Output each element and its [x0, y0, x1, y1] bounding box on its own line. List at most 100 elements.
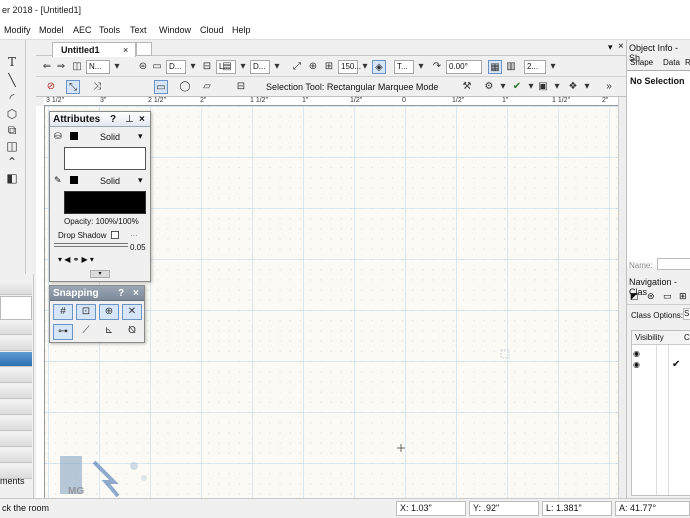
angle-field[interactable]: A: 41.77°: [615, 501, 690, 516]
length-field[interactable]: L: 1.381": [542, 501, 612, 516]
layout-icon[interactable]: ▥: [504, 60, 518, 74]
menu-tools[interactable]: Tools: [99, 25, 120, 35]
more-icon[interactable]: …: [130, 229, 138, 238]
menu-modify[interactable]: Modify: [4, 25, 31, 35]
views-icon[interactable]: ▭: [663, 291, 672, 302]
polygon-marquee-icon[interactable]: ▱: [200, 80, 214, 94]
transform-icon[interactable]: ⊟: [234, 80, 248, 94]
smart-points-icon[interactable]: ⊶: [53, 324, 73, 340]
menu-cloud[interactable]: Cloud: [200, 25, 224, 35]
new-tab-button[interactable]: [136, 42, 152, 56]
close-icon[interactable]: ×: [618, 41, 624, 52]
palette-row[interactable]: [0, 320, 32, 335]
arc-tool-icon[interactable]: ◜: [4, 90, 20, 106]
roof-tool-icon[interactable]: ⌃: [4, 154, 20, 170]
standard-view-icon[interactable]: ◫: [70, 60, 84, 74]
palette-row[interactable]: [0, 368, 32, 383]
eye-icon[interactable]: ◉: [633, 360, 640, 369]
zoom-field[interactable]: 150...: [338, 60, 361, 74]
snap-check-icon[interactable]: ✔: [510, 80, 524, 94]
name-field[interactable]: [657, 258, 690, 270]
snap-to-intersection-icon[interactable]: ✕: [122, 304, 142, 320]
layers-icon[interactable]: ⊜: [647, 291, 655, 302]
text-style-dropdown[interactable]: T...: [394, 60, 414, 74]
multi-select-icon[interactable]: ⤨: [90, 80, 104, 94]
palette-row[interactable]: [0, 280, 32, 295]
plant-icon[interactable]: ❖: [566, 80, 580, 94]
rectangle-tool-icon[interactable]: ◫: [4, 138, 20, 154]
eye-icon[interactable]: ◉: [633, 349, 640, 358]
disable-selection-icon[interactable]: ⊘: [44, 80, 58, 94]
render-mode-icon[interactable]: ◈: [372, 60, 386, 74]
dropdown-arrow-icon[interactable]: ▾: [138, 175, 143, 186]
pen-style[interactable]: Solid: [100, 176, 120, 186]
forward-arrow-icon[interactable]: ⇒: [54, 60, 68, 74]
layer-options-icon[interactable]: ⊟: [200, 60, 214, 74]
dropdown-arrow-icon[interactable]: ▾: [550, 80, 564, 94]
snapping-header[interactable]: Snapping ? ×: [50, 286, 144, 301]
more-icon[interactable]: »: [602, 80, 616, 94]
collapse-icon[interactable]: ▾: [90, 270, 110, 278]
object-list-icon[interactable]: ▣: [536, 80, 550, 94]
line-thickness-value[interactable]: 0.05: [130, 243, 146, 252]
zoom-in-icon[interactable]: ⊕: [306, 60, 320, 74]
view-dropdown-5[interactable]: 2...: [524, 60, 546, 74]
dropdown-arrow-icon[interactable]: ▾: [414, 60, 428, 74]
column-header[interactable]: C: [684, 333, 690, 342]
opacity-text[interactable]: Opacity: 100%/100%: [64, 217, 139, 226]
snap-to-object-icon[interactable]: ⊡: [76, 304, 96, 320]
gear-icon[interactable]: ⚙: [482, 80, 496, 94]
dropdown-arrow-icon[interactable]: ▾: [138, 131, 143, 142]
close-icon[interactable]: ×: [133, 288, 139, 299]
palette-row-selected[interactable]: [0, 352, 32, 367]
pen-color-swatch[interactable]: [64, 191, 146, 214]
tab-render[interactable]: R: [685, 58, 690, 67]
menu-text[interactable]: Text: [130, 25, 147, 35]
menu-aec[interactable]: AEC: [73, 25, 92, 35]
fit-to-window-icon[interactable]: ⤢: [290, 60, 304, 74]
view-options-icon[interactable]: ▦: [488, 60, 502, 74]
dropdown-arrow-icon[interactable]: ▾: [580, 80, 594, 94]
close-icon[interactable]: ×: [123, 45, 128, 55]
multi-rect-tool-icon[interactable]: ⧉: [4, 122, 20, 138]
dropdown-arrow-icon[interactable]: ▾: [358, 60, 372, 74]
palette-row[interactable]: [0, 336, 32, 351]
tab-shape[interactable]: Shape: [630, 58, 653, 67]
palette-row[interactable]: [0, 448, 32, 463]
pan-icon[interactable]: ⊞: [322, 60, 336, 74]
line-thickness-bar[interactable]: [54, 243, 128, 247]
snap-to-angle-icon[interactable]: ⊕: [99, 304, 119, 320]
dropdown-arrow-icon[interactable]: ▾: [546, 60, 560, 74]
dropdown-arrow-icon[interactable]: ▾: [236, 60, 250, 74]
sheets-icon[interactable]: ⊞: [679, 291, 687, 302]
drop-shadow-checkbox[interactable]: [111, 231, 119, 239]
dropdown-arrow-icon[interactable]: ▾: [270, 60, 284, 74]
classes-icon[interactable]: ◩: [630, 291, 639, 302]
rotate-plan-icon[interactable]: ↷: [430, 60, 444, 74]
tab-data[interactable]: Data: [663, 58, 680, 67]
pin-icon[interactable]: ⊥: [125, 114, 134, 125]
snap-to-grid-icon[interactable]: #: [53, 304, 73, 320]
menu-help[interactable]: Help: [232, 25, 251, 35]
dropdown-arrow-icon[interactable]: ▾: [496, 80, 510, 94]
x-coordinate-field[interactable]: X: 1.03": [396, 501, 466, 516]
marker-start-icon[interactable]: ▾ ◀ ⚭ ▶ ▾: [58, 255, 94, 264]
view-dropdown-2[interactable]: D...: [166, 60, 186, 74]
tool-settings-icon[interactable]: ⚒: [460, 80, 474, 94]
palette-row[interactable]: [0, 400, 32, 415]
fill-style[interactable]: Solid: [100, 132, 120, 142]
fill-swatch-small[interactable]: [70, 132, 78, 140]
help-icon[interactable]: ?: [110, 114, 116, 125]
attributes-header[interactable]: Attributes ? ⊥ ×: [50, 112, 150, 127]
palette-list[interactable]: [0, 296, 32, 320]
interactive-scaling-icon[interactable]: ⤡: [66, 80, 80, 94]
palette-row[interactable]: [0, 384, 32, 399]
line-tool-icon[interactable]: ╲: [4, 72, 20, 88]
lasso-marquee-icon[interactable]: ◯: [178, 80, 192, 94]
tab-untitled1[interactable]: Untitled1 ×: [52, 42, 136, 57]
text-tool-icon[interactable]: T: [4, 54, 20, 70]
rotation-field[interactable]: 0.00°: [446, 60, 482, 74]
close-icon[interactable]: ×: [139, 114, 145, 125]
visibility-column[interactable]: Visibility: [635, 333, 664, 342]
pen-swatch-small[interactable]: [70, 176, 78, 184]
